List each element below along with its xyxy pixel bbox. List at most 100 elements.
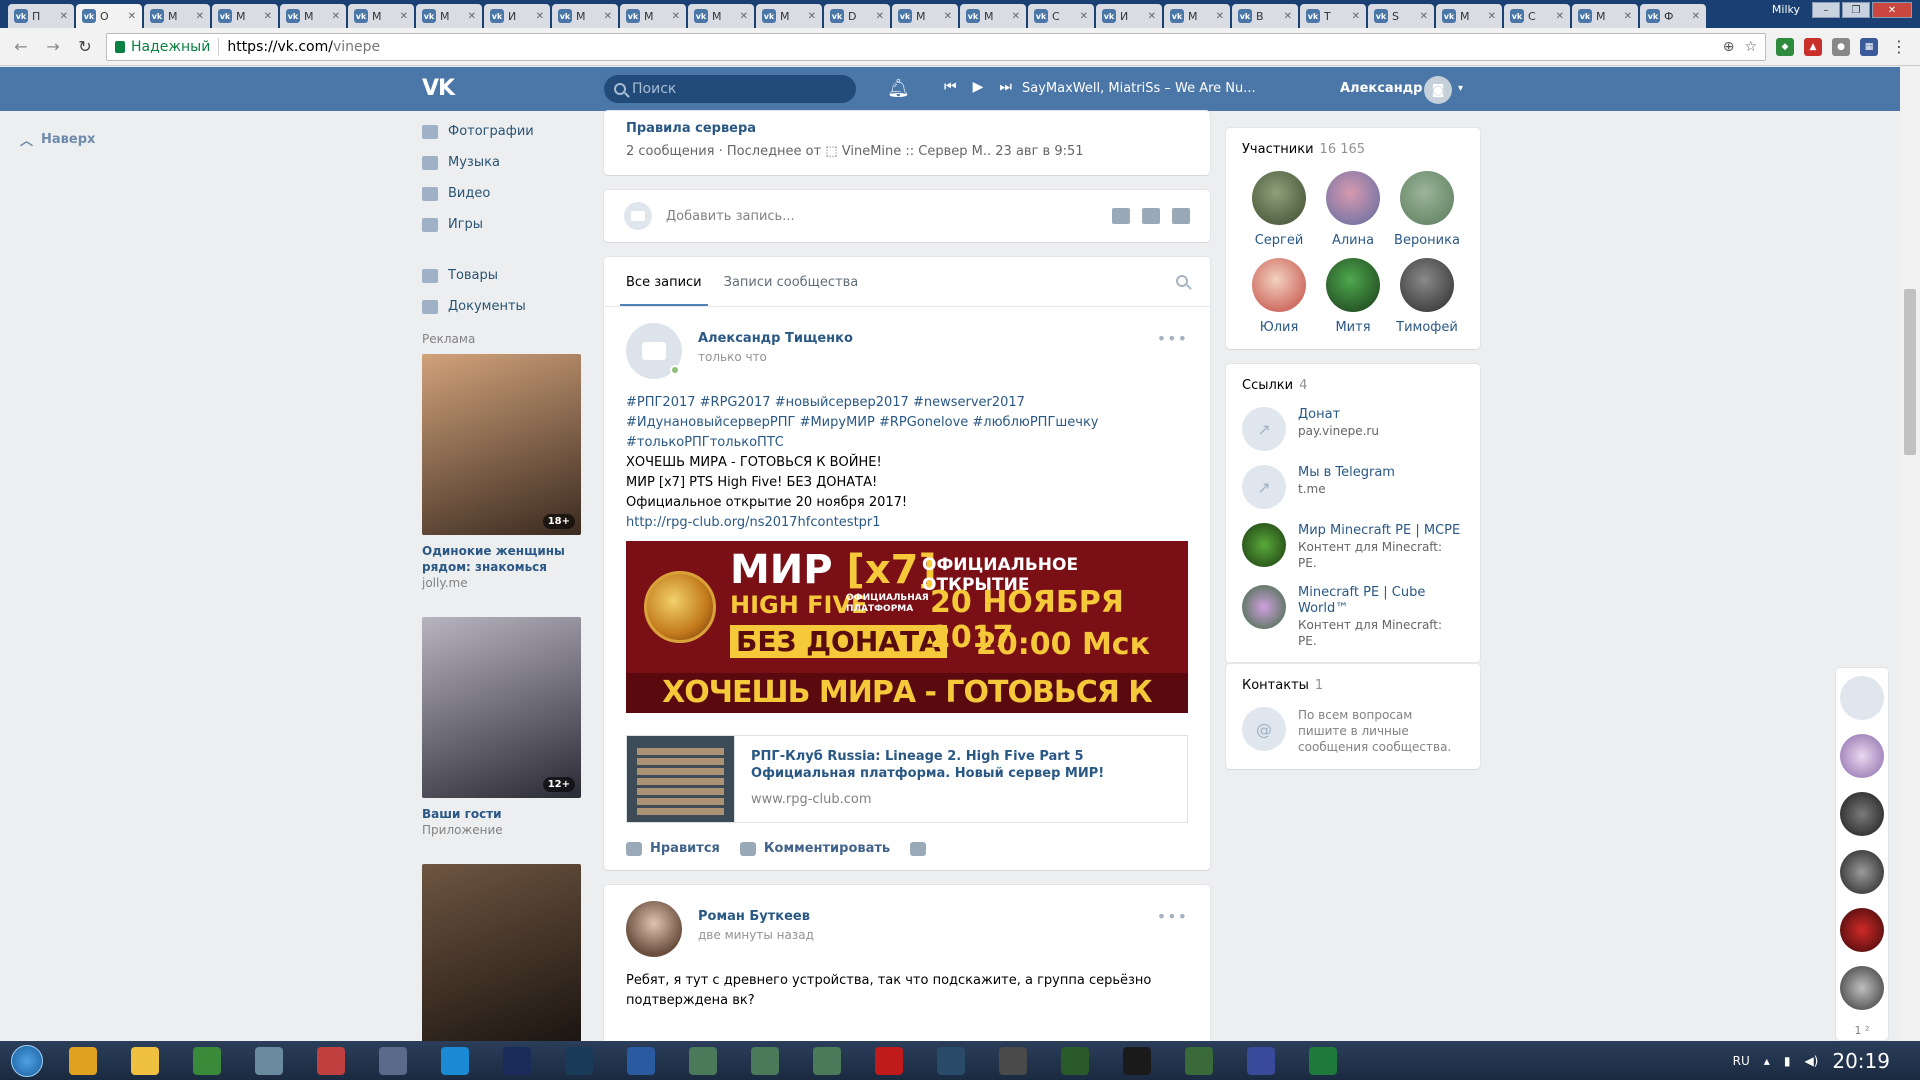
close-tab-icon[interactable]: ✕ <box>1012 11 1020 22</box>
browser-tab[interactable]: vk М ✕ <box>1164 4 1230 28</box>
more-options-icon[interactable]: ••• <box>1157 329 1188 348</box>
avatar[interactable] <box>1400 171 1454 225</box>
taskbar-app-button[interactable] <box>1170 1042 1228 1079</box>
comment-button[interactable]: Комментировать <box>739 841 890 856</box>
avatar[interactable] <box>1326 171 1380 225</box>
scroll-to-top-button[interactable]: ︿ Наверх <box>20 130 95 149</box>
browser-tab[interactable]: vk М ✕ <box>552 4 618 28</box>
avatar[interactable] <box>1326 258 1380 312</box>
tab-all-posts[interactable]: Все записи <box>620 275 708 306</box>
adblock-icon[interactable]: ▲ <box>1804 37 1822 56</box>
video-attach-icon[interactable] <box>1142 208 1160 224</box>
close-tab-icon[interactable]: ✕ <box>1624 11 1632 22</box>
url-omnibox[interactable]: Надежный https://vk.com/vinepe ⊕ ☆ <box>106 32 1766 61</box>
taskbar-app-button[interactable] <box>984 1042 1042 1079</box>
taskbar-app-button[interactable] <box>1108 1042 1166 1079</box>
member-name[interactable]: Алина <box>1332 233 1374 248</box>
close-tab-icon[interactable]: ✕ <box>128 11 136 22</box>
post-time[interactable]: только что <box>698 350 853 364</box>
flag-icon[interactable]: ▦ <box>1860 37 1878 56</box>
previous-track-icon[interactable]: ⏮ <box>944 79 957 95</box>
close-tab-icon[interactable]: ✕ <box>808 11 816 22</box>
music-attach-icon[interactable] <box>1172 208 1190 224</box>
language-indicator[interactable]: RU <box>1733 1054 1750 1068</box>
links-header[interactable]: Ссылки 4 <box>1242 378 1464 393</box>
browser-tab[interactable]: vk D ✕ <box>824 4 890 28</box>
browser-tab[interactable]: vk М ✕ <box>212 4 278 28</box>
browser-tab[interactable]: vk И ✕ <box>1096 4 1162 28</box>
ad-title[interactable]: Ваши гости <box>422 806 582 822</box>
extension-icon[interactable]: ◆ <box>1776 37 1794 56</box>
start-button[interactable] <box>0 1041 54 1080</box>
menu-item[interactable]: Музыка <box>422 147 582 178</box>
taskbar-app-button[interactable] <box>488 1042 546 1079</box>
taskbar-app-button[interactable] <box>240 1042 298 1079</box>
member-name[interactable]: Митя <box>1335 320 1370 335</box>
next-track-icon[interactable]: ⏭ <box>999 79 1012 95</box>
avatar[interactable] <box>1252 171 1306 225</box>
browser-tab[interactable]: vk О ✕ <box>76 4 142 28</box>
menu-item[interactable]: Игры <box>422 209 582 240</box>
browser-tab[interactable]: vk В ✕ <box>1232 4 1298 28</box>
browser-tab[interactable]: vk М ✕ <box>1436 4 1502 28</box>
ad-block[interactable]: 18+ Одинокие женщины рядом: знакомься joll… <box>422 354 582 591</box>
contacts-header[interactable]: Контакты 1 <box>1242 678 1464 693</box>
browser-tab[interactable]: vk И ✕ <box>484 4 550 28</box>
ad-block[interactable] <box>422 864 582 1045</box>
browser-tab[interactable]: vk М ✕ <box>892 4 958 28</box>
tab-community-posts[interactable]: Записи сообщества <box>718 275 865 306</box>
browser-tab[interactable]: vk С ✕ <box>1504 4 1570 28</box>
reload-icon[interactable]: ↻ <box>74 37 96 56</box>
close-window-button[interactable]: ✕ <box>1872 2 1912 18</box>
ad-image[interactable] <box>422 864 581 1045</box>
volume-icon[interactable]: ◀) <box>1804 1054 1818 1068</box>
browser-tab[interactable]: vk М ✕ <box>144 4 210 28</box>
browser-tab[interactable]: vk М ✕ <box>688 4 754 28</box>
ad-block[interactable]: 12+ Ваши гости Приложение <box>422 617 582 838</box>
tray-arrow-icon[interactable]: ▴ <box>1764 1054 1770 1068</box>
link-snippet[interactable]: РПГ-Клуб Russia: Lineage 2. High Five Pa… <box>626 735 1188 823</box>
taskbar-app-button[interactable] <box>798 1042 856 1079</box>
close-tab-icon[interactable]: ✕ <box>876 11 884 22</box>
forward-icon[interactable]: → <box>42 37 64 56</box>
link-item[interactable]: Мир Minecraft PE | MCPE Контент для Minec… <box>1242 523 1464 571</box>
vk-search-input[interactable]: Поиск <box>604 75 856 103</box>
snippet-title[interactable]: РПГ-Клуб Russia: Lineage 2. High Five Pa… <box>751 748 1171 782</box>
post-author[interactable]: Александр Тищенко <box>698 331 853 346</box>
members-header[interactable]: Участники 16 165 <box>1242 142 1464 157</box>
taskbar-app-button[interactable] <box>426 1042 484 1079</box>
browser-tab[interactable]: vk C ✕ <box>1028 4 1094 28</box>
link-item[interactable]: ↗ Мы в Telegram t.me <box>1242 465 1464 509</box>
search-icon[interactable] <box>1176 275 1188 287</box>
close-tab-icon[interactable]: ✕ <box>1148 11 1156 22</box>
chat-contact-avatar[interactable] <box>1840 850 1884 894</box>
close-tab-icon[interactable]: ✕ <box>332 11 340 22</box>
close-tab-icon[interactable]: ✕ <box>1352 11 1360 22</box>
member-item[interactable]: Алина <box>1316 171 1390 248</box>
extension-icon[interactable]: ● <box>1832 37 1850 56</box>
taskbar-app-button[interactable] <box>922 1042 980 1079</box>
back-icon[interactable]: ← <box>10 37 32 56</box>
scrollbar-thumb[interactable] <box>1904 289 1916 455</box>
avatar[interactable] <box>1400 258 1454 312</box>
taskbar-app-button[interactable] <box>364 1042 422 1079</box>
browser-tab[interactable]: vk М ✕ <box>348 4 414 28</box>
taskbar-app-button[interactable] <box>550 1042 608 1079</box>
taskbar-app-button[interactable] <box>736 1042 794 1079</box>
clock[interactable]: 20:19 <box>1832 1049 1890 1073</box>
member-name[interactable]: Тимофей <box>1396 320 1458 335</box>
zoom-icon[interactable]: ⊕ <box>1723 39 1735 55</box>
chat-contact-avatar[interactable] <box>1840 966 1884 1010</box>
header-avatar[interactable]: ◙ <box>1424 76 1452 104</box>
close-tab-icon[interactable]: ✕ <box>1692 11 1700 22</box>
menu-item[interactable]: Видео <box>422 178 582 209</box>
compose-placeholder[interactable]: Добавить запись... <box>666 209 1098 224</box>
browser-tab[interactable]: vk М ✕ <box>1572 4 1638 28</box>
member-item[interactable]: Вероника <box>1390 171 1464 248</box>
avatar[interactable] <box>626 323 682 379</box>
close-tab-icon[interactable]: ✕ <box>604 11 612 22</box>
menu-icon[interactable]: ⋮ <box>1888 37 1910 56</box>
browser-tab[interactable]: vk S ✕ <box>1368 4 1434 28</box>
close-tab-icon[interactable]: ✕ <box>400 11 408 22</box>
ad-image[interactable]: 18+ <box>422 354 581 535</box>
